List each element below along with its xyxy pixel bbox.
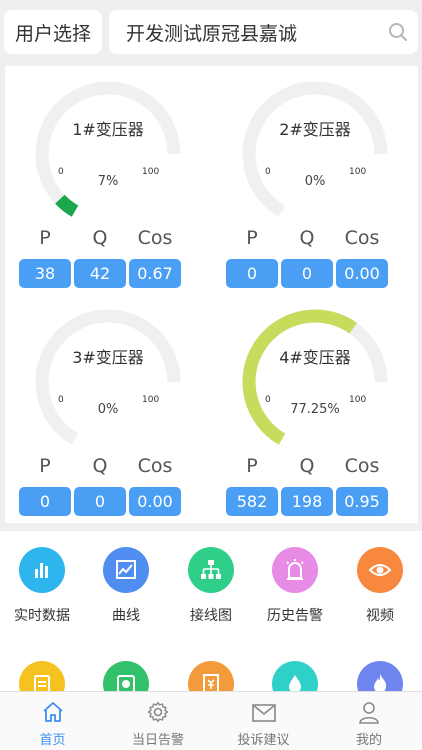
search-icon[interactable] [378,10,418,54]
metric-value-q[interactable]: 0 [74,487,126,516]
feature-label: 历史告警 [267,608,323,624]
trend-chart-icon [103,547,149,593]
metric-labels: P Q Cos [5,227,211,251]
transformer-panel: 1#变压器 0 100 7% P Q Cos 38 42 0.67 2#变压器 … [5,66,418,523]
transformer-name: 2#变压器 [279,120,351,139]
metric-label-cos: Cos [344,455,380,477]
metric-values: 0 0 0.00 [212,259,418,289]
transformer-card-2[interactable]: 2#变压器 0 100 0% P Q Cos 0 0 0.00 [212,66,418,294]
metric-label-q: Q [92,227,108,249]
person-icon [317,692,422,724]
feature-water-drop[interactable] [253,661,337,691]
metric-labels: P Q Cos [212,227,418,251]
nav-label: 投诉建议 [237,733,290,748]
alarm-light-icon [272,547,318,593]
feature-flame[interactable] [338,661,422,691]
gear-icon [106,692,211,724]
bottom-nav: 首页 当日告警 投诉建议 我的 [0,691,422,750]
transformer-name: 4#变压器 [279,348,351,367]
metric-value-cos[interactable]: 0.00 [129,487,181,516]
nav-person[interactable]: 我的 [317,692,422,750]
feature-label: 视频 [366,608,394,624]
feature-document[interactable] [84,661,168,691]
metric-value-cos[interactable]: 0.67 [129,259,181,288]
load-gauge [35,309,181,445]
metric-value-q[interactable]: 42 [74,259,126,288]
feature-trend-chart[interactable]: 曲线 [84,547,168,625]
load-percent: 77.25% [290,402,340,417]
feature-bill[interactable] [169,661,253,691]
mail-icon [211,692,316,724]
load-gauge [242,309,388,445]
feature-bar-chart[interactable]: 实时数据 [0,547,84,625]
clipboard-icon [19,661,65,691]
feature-hierarchy[interactable]: 接线图 [169,547,253,625]
feature-label: 实时数据 [14,608,70,624]
metric-value-q[interactable]: 198 [281,487,333,516]
nav-label: 当日告警 [131,733,184,748]
nav-label: 首页 [39,733,66,748]
metric-values: 0 0 0.00 [5,487,211,517]
metric-label-cos: Cos [344,227,380,249]
home-icon [0,692,105,724]
transformer-card-4[interactable]: 4#变压器 0 100 77.25% P Q Cos 582 198 0.95 [212,294,418,522]
feature-label: 曲线 [112,608,140,624]
nav-label: 我的 [355,733,382,748]
feature-alarm-light[interactable]: 历史告警 [253,547,337,625]
load-percent: 0% [304,174,326,189]
metric-labels: P Q Cos [212,455,418,479]
metric-value-p[interactable]: 0 [19,487,71,516]
metric-labels: P Q Cos [5,455,211,479]
water-drop-icon [272,661,318,691]
transformer-name: 3#变压器 [72,348,144,367]
metric-label-cos: Cos [137,227,173,249]
metric-label-cos: Cos [137,455,173,477]
metric-label-p: P [246,455,258,477]
load-percent: 7% [97,174,119,189]
feature-label: 接线图 [190,608,232,624]
transformer-card-3[interactable]: 3#变压器 0 100 0% P Q Cos 0 0 0.00 [5,294,211,522]
bill-icon [188,661,234,691]
eye-icon [357,547,403,593]
feature-eye[interactable]: 视频 [338,547,422,625]
metric-value-cos[interactable]: 0.95 [336,487,388,516]
metric-value-q[interactable]: 0 [281,259,333,288]
metric-value-p[interactable]: 38 [19,259,71,288]
feature-grid: 实时数据 曲线 接线图 历史告警 视频 [0,531,422,691]
metric-label-q: Q [92,455,108,477]
metric-value-cos[interactable]: 0.00 [336,259,388,288]
nav-gear[interactable]: 当日告警 [106,692,211,750]
top-bar: 用户选择 开发测试原冠县嘉诚 [0,0,422,62]
metric-value-p[interactable]: 582 [226,487,278,516]
metric-value-p[interactable]: 0 [226,259,278,288]
load-gauge [35,81,181,217]
metric-label-p: P [39,455,51,477]
load-percent: 0% [97,402,119,417]
metric-label-p: P [246,227,258,249]
load-gauge [242,81,388,217]
nav-mail[interactable]: 投诉建议 [211,692,316,750]
feature-clipboard[interactable] [0,661,84,691]
metric-values: 38 42 0.67 [5,259,211,289]
hierarchy-icon [188,547,234,593]
flame-icon [357,661,403,691]
metric-label-p: P [39,227,51,249]
user-select-button[interactable]: 用户选择 [4,10,102,54]
nav-home[interactable]: 首页 [0,692,105,750]
document-icon [103,661,149,691]
search-value: 开发测试原冠县嘉诚 [126,22,298,45]
metric-label-q: Q [299,227,315,249]
transformer-card-1[interactable]: 1#变压器 0 100 7% P Q Cos 38 42 0.67 [5,66,211,294]
metric-label-q: Q [299,455,315,477]
transformer-name: 1#变压器 [72,120,144,139]
bar-chart-icon [19,547,65,593]
search-field[interactable]: 开发测试原冠县嘉诚 [109,10,418,54]
metric-values: 582 198 0.95 [212,487,418,517]
